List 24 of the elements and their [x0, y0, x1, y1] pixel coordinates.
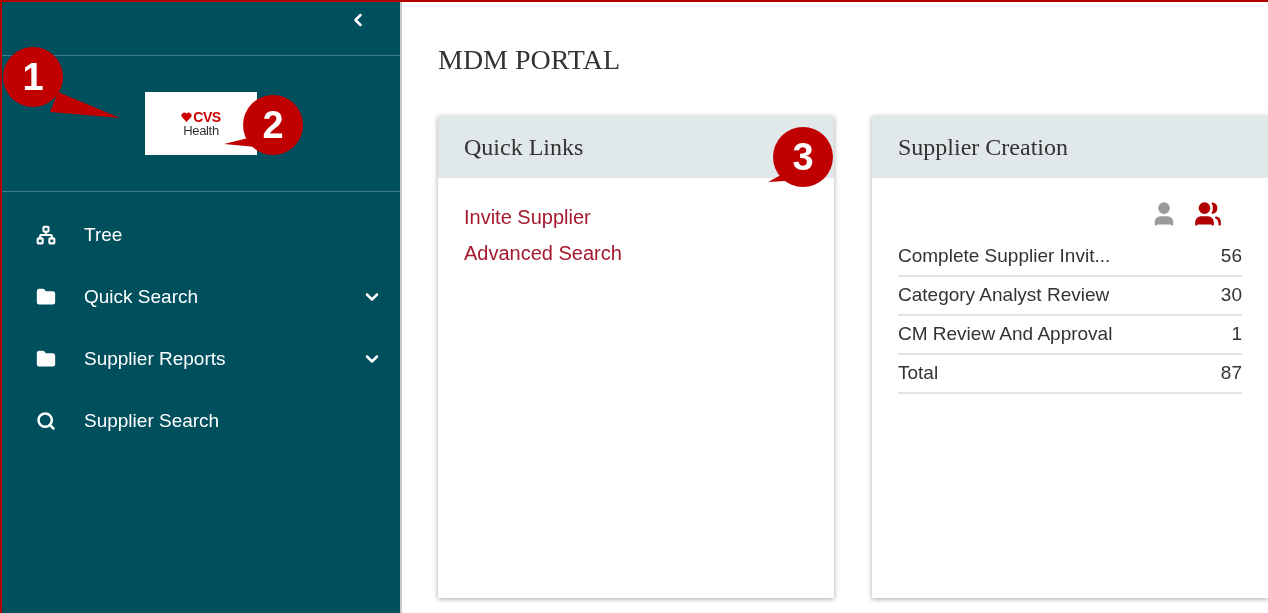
- status-label: CM Review And Approval: [898, 322, 1113, 347]
- sidebar-item[interactable]: Supplier Reports: [2, 328, 400, 390]
- status-count: 30: [1220, 283, 1242, 308]
- folder-icon: [36, 287, 56, 307]
- status-count: 56: [1220, 244, 1242, 269]
- logo-mark: CVS: [193, 110, 221, 124]
- logo-text: Health: [183, 124, 219, 137]
- heart-icon: [181, 112, 193, 122]
- status-count: 87: [1220, 361, 1242, 386]
- quick-link[interactable]: Advanced Search: [464, 240, 622, 266]
- group-view-button[interactable]: [1194, 200, 1222, 228]
- search-icon: [36, 411, 56, 431]
- status-label: Complete Supplier Invit...: [898, 244, 1111, 269]
- sidebar-item[interactable]: Quick Search: [2, 266, 400, 328]
- page-title: MDM PORTAL: [438, 46, 621, 74]
- folder-icon: [36, 349, 56, 369]
- sidebar-item[interactable]: Tree: [2, 204, 400, 266]
- sidebar-item[interactable]: Supplier Search: [2, 390, 400, 452]
- status-label: Total: [898, 361, 939, 386]
- status-label: Category Analyst Review: [898, 283, 1110, 308]
- quick-link[interactable]: Invite Supplier: [464, 204, 591, 230]
- card-title: Supplier Creation: [872, 116, 1268, 178]
- tree-icon: [36, 225, 56, 245]
- status-count: 1: [1231, 322, 1242, 347]
